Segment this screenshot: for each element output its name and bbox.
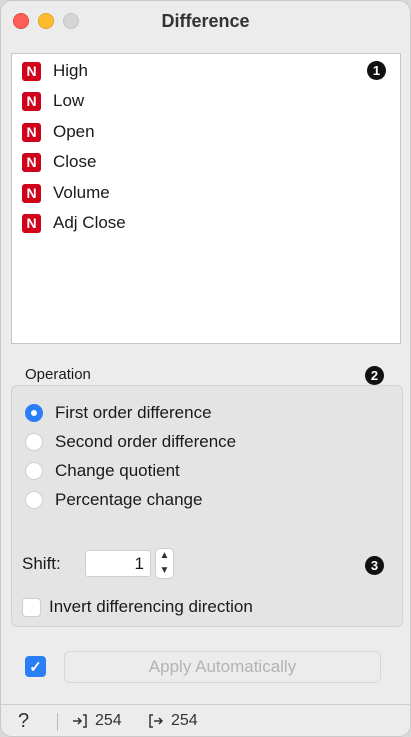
variable-item-volume[interactable]: N Volume [22,181,110,205]
status-bar: ? 254 254 [1,704,410,736]
window-controls [13,13,79,29]
invert-direction-label: Invert differencing direction [49,597,253,616]
operation-label: Operation [25,366,91,383]
apply-automatically-checkbox[interactable]: ✓ [25,656,46,677]
numeric-icon: N [22,213,41,233]
radio-button[interactable] [25,404,43,422]
zoom-window-button[interactable] [63,13,79,29]
numeric-icon: N [22,183,41,203]
close-window-button[interactable] [13,13,29,29]
radio-button[interactable] [25,433,43,451]
title-bar: Difference [1,1,410,41]
marker-two: 2 [365,366,384,385]
numeric-icon: N [22,122,41,142]
difference-window: Difference N High N Low N Open N Close N… [0,0,411,737]
input-count: 254 [95,712,122,729]
shift-spinbox[interactable]: 1 [85,550,151,577]
variable-list[interactable]: N High N Low N Open N Close N Volume N A… [11,53,401,344]
radio-button[interactable] [25,462,43,480]
minimize-window-button[interactable] [38,13,54,29]
output-summary[interactable]: 254 [147,712,198,730]
variable-item-adj-close[interactable]: N Adj Close [22,211,126,235]
radio-second-order-difference[interactable]: Second order difference [25,432,236,452]
invert-direction-row[interactable]: Invert differencing direction [22,597,253,617]
invert-direction-checkbox[interactable] [22,597,41,617]
shift-stepper[interactable]: ▲ ▼ [155,548,174,579]
radio-button[interactable] [25,491,43,509]
checkmark-icon: ✓ [29,658,42,676]
variable-label: Low [53,91,85,110]
radio-first-order-difference[interactable]: First order difference [25,403,212,423]
operation-group: First order difference Second order diff… [11,385,403,627]
output-count: 254 [171,712,198,729]
window-title: Difference [161,10,250,31]
help-icon[interactable]: ? [18,710,29,733]
numeric-icon: N [22,91,41,111]
marker-three: 3 [365,556,384,575]
variable-item-open[interactable]: N Open [22,120,95,144]
apply-button[interactable]: Apply Automatically [64,651,381,683]
chevron-up-icon[interactable]: ▲ [160,551,170,561]
variable-label: Adj Close [53,213,126,232]
marker-one: 1 [367,61,386,80]
input-summary[interactable]: 254 [71,712,122,730]
divider [57,713,58,731]
radio-label: First order difference [55,403,212,422]
variable-label: High [53,61,88,80]
shift-label: Shift: [22,554,61,573]
radio-label: Second order difference [55,432,237,451]
output-icon [149,714,164,728]
chevron-down-icon[interactable]: ▼ [160,565,170,576]
radio-label: Change quotient [55,461,180,480]
variable-label: Close [53,152,97,171]
variable-item-low[interactable]: N Low [22,89,84,113]
variable-item-close[interactable]: N Close [22,150,96,174]
input-icon [73,714,87,728]
radio-label: Percentage change [55,490,203,509]
variable-item-high[interactable]: N High [22,59,88,83]
variable-label: Volume [53,183,110,202]
numeric-icon: N [22,152,41,172]
radio-change-quotient[interactable]: Change quotient [25,461,180,481]
variable-label: Open [53,122,95,141]
radio-percentage-change[interactable]: Percentage change [25,490,202,510]
numeric-icon: N [22,61,41,81]
